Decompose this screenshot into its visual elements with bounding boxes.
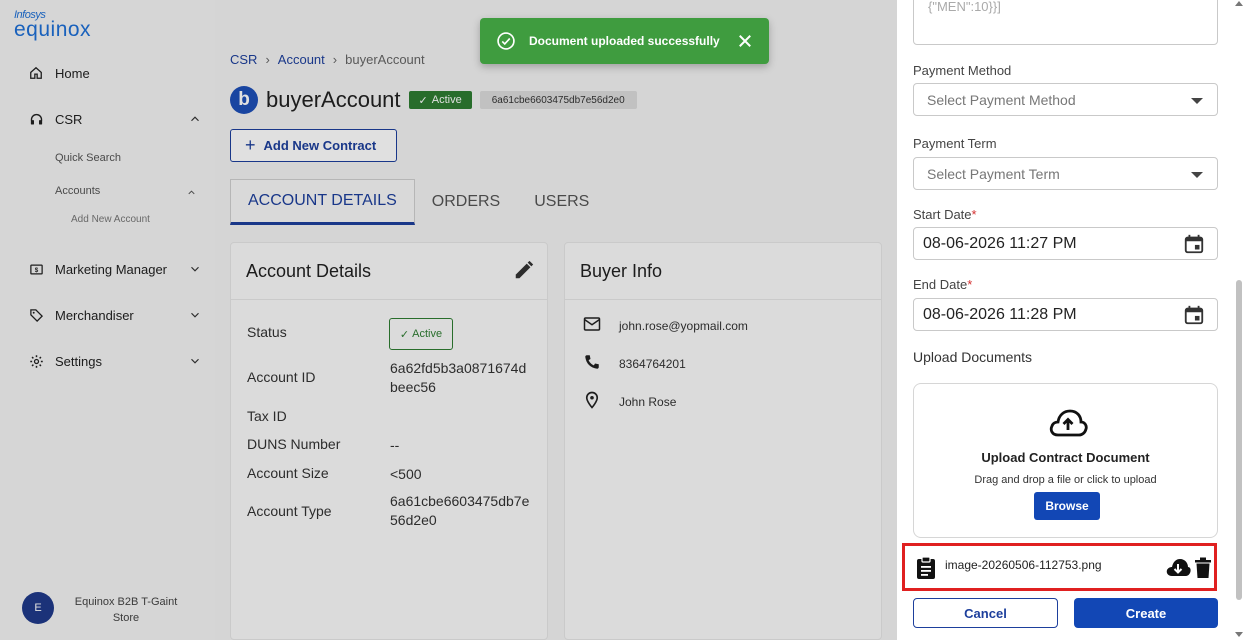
scroll-down-arrow-icon[interactable] bbox=[1235, 632, 1243, 637]
start-date-field[interactable]: 08-06-2026 11:27 PM bbox=[913, 227, 1218, 260]
close-icon[interactable] bbox=[736, 32, 754, 55]
end-date-value: 08-06-2026 11:28 PM bbox=[923, 306, 1077, 323]
clipboard-document-icon bbox=[916, 556, 936, 585]
cloud-download-icon[interactable] bbox=[1165, 558, 1191, 583]
trash-icon[interactable] bbox=[1195, 557, 1211, 584]
browse-button[interactable]: Browse bbox=[1034, 492, 1100, 520]
required-marker: * bbox=[971, 207, 977, 222]
cancel-button[interactable]: Cancel bbox=[913, 598, 1058, 628]
payment-method-placeholder: Select Payment Method bbox=[927, 92, 1076, 108]
end-date-label-text: End Date bbox=[913, 277, 968, 292]
payment-method-label: Payment Method bbox=[913, 63, 1012, 78]
calendar-icon[interactable] bbox=[1183, 304, 1205, 331]
scroll-up-arrow-icon[interactable] bbox=[1235, 1, 1243, 6]
upload-dropzone[interactable]: Upload Contract Document Drag and drop a… bbox=[913, 383, 1218, 538]
modal-backdrop[interactable] bbox=[0, 0, 897, 640]
dropdown-arrow-icon bbox=[1191, 172, 1203, 178]
upload-documents-label: Upload Documents bbox=[913, 349, 1033, 365]
payment-term-placeholder: Select Payment Term bbox=[927, 166, 1060, 182]
uploaded-file-row: image-20260506-112753.png bbox=[902, 543, 1217, 591]
scrollbar[interactable] bbox=[1234, 0, 1244, 640]
create-button[interactable]: Create bbox=[1074, 598, 1218, 628]
start-date-value: 08-06-2026 11:27 PM bbox=[923, 235, 1077, 252]
start-date-label: Start Date* bbox=[913, 207, 977, 222]
start-date-label-text: Start Date bbox=[913, 207, 972, 222]
json-textarea[interactable]: {"MEN":10}}] bbox=[913, 0, 1218, 45]
json-textarea-value: {"MEN":10}}] bbox=[928, 0, 1001, 14]
scrollbar-thumb[interactable] bbox=[1236, 280, 1242, 600]
create-contract-drawer: {"MEN":10}}] Payment Method Select Payme… bbox=[897, 0, 1247, 640]
required-marker: * bbox=[967, 277, 973, 292]
uploaded-file-name: image-20260506-112753.png bbox=[945, 558, 1102, 572]
cloud-upload-icon bbox=[1048, 408, 1088, 443]
payment-method-select[interactable]: Select Payment Method bbox=[913, 83, 1218, 116]
payment-term-select[interactable]: Select Payment Term bbox=[913, 157, 1218, 190]
end-date-label: End Date* bbox=[913, 277, 972, 292]
dropdown-arrow-icon bbox=[1191, 98, 1203, 104]
payment-term-label: Payment Term bbox=[913, 136, 997, 151]
toast-message: Document uploaded successfully bbox=[529, 34, 720, 48]
upload-subtitle: Drag and drop a file or click to upload bbox=[974, 474, 1157, 486]
toast-notification: Document uploaded successfully bbox=[480, 18, 769, 64]
upload-title: Upload Contract Document bbox=[981, 450, 1150, 465]
calendar-icon[interactable] bbox=[1183, 233, 1205, 260]
end-date-field[interactable]: 08-06-2026 11:28 PM bbox=[913, 298, 1218, 331]
check-circle-icon bbox=[496, 31, 516, 56]
